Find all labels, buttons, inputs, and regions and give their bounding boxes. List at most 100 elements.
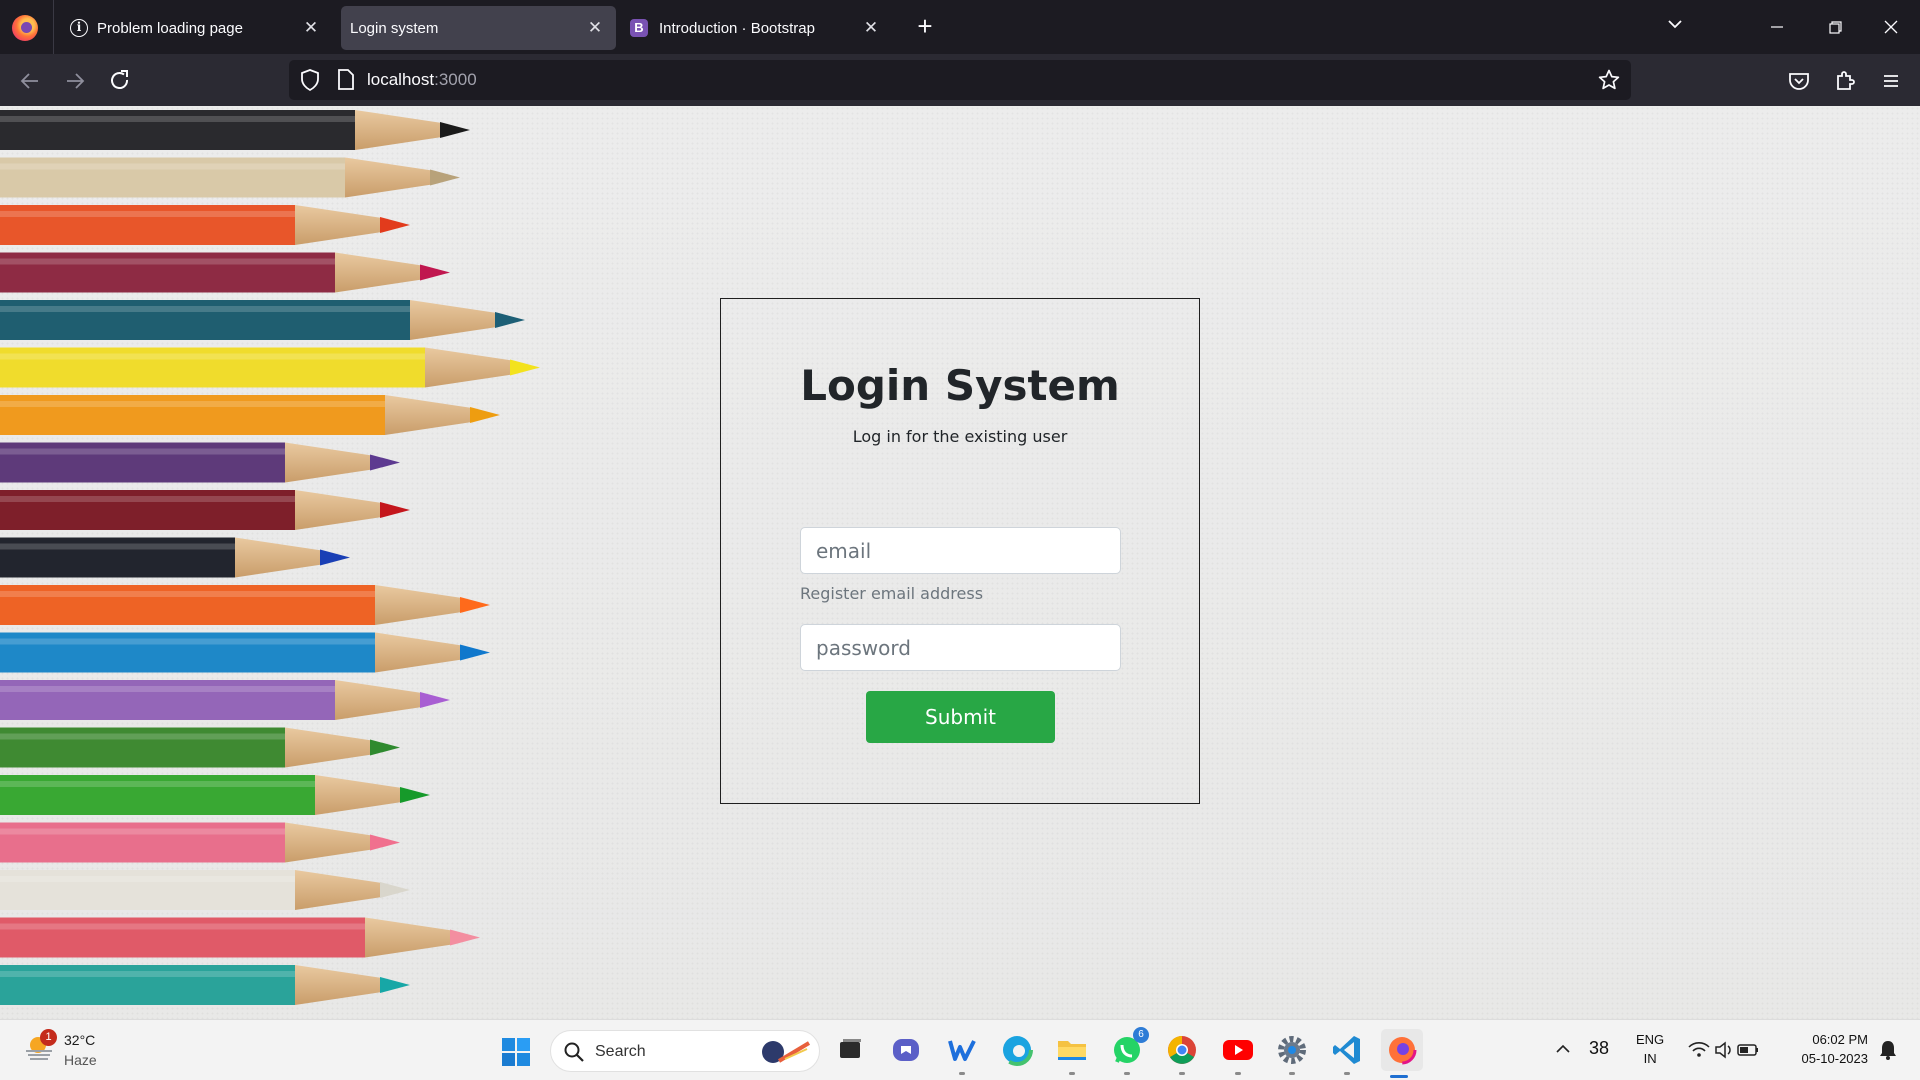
taskbar-app-file-explorer[interactable]	[1054, 1032, 1090, 1075]
running-indicator	[959, 1072, 965, 1075]
chrome-icon	[1168, 1036, 1196, 1064]
pencil-wood	[285, 822, 372, 863]
taskbar-app-chrome[interactable]	[1164, 1032, 1200, 1075]
pencil-wood	[355, 110, 442, 150]
password-input[interactable]	[800, 624, 1121, 671]
minimize-button[interactable]	[1762, 12, 1792, 42]
arrow-left-icon	[20, 73, 38, 89]
tray-status-icons[interactable]	[1686, 1037, 1762, 1063]
weather-temperature[interactable]: 32°C	[64, 1032, 95, 1048]
tab-label: Login system	[350, 19, 439, 37]
show-hidden-icons-button[interactable]	[1553, 1037, 1573, 1061]
pencil-wood	[295, 870, 382, 910]
close-icon[interactable]: ✕	[860, 17, 882, 39]
window-close-button[interactable]	[1876, 12, 1906, 42]
search-icon	[564, 1042, 584, 1062]
pencil-shine	[0, 591, 375, 597]
vscode-icon	[1333, 1036, 1360, 1064]
taskbar-app-firefox[interactable]	[1381, 1029, 1423, 1078]
shield-icon[interactable]	[300, 69, 320, 91]
taskbar: 1 32°C Haze Search 6 38 ENG IN 06:02 PM …	[0, 1019, 1920, 1080]
pencil-tip	[460, 644, 490, 661]
running-indicator	[1390, 1075, 1408, 1078]
taskbar-search[interactable]: Search	[550, 1030, 820, 1072]
pencil-wood	[285, 442, 372, 483]
pencil-wood	[285, 727, 372, 768]
notification-bell-icon[interactable]	[1878, 1039, 1898, 1061]
submit-button[interactable]: Submit	[866, 691, 1055, 743]
edge-icon	[1001, 1034, 1033, 1066]
new-tab-button[interactable]: +	[912, 13, 938, 40]
login-form: Login System Log in for the existing use…	[720, 298, 1200, 804]
system-clock[interactable]: 06:02 PM 05-10-2023	[1784, 1030, 1869, 1068]
pencil-tip	[470, 407, 500, 423]
pencil-shine	[0, 448, 285, 455]
firefox-icon[interactable]	[12, 15, 38, 41]
close-icon	[1884, 20, 1898, 34]
forward-button[interactable]	[59, 65, 91, 97]
pencil-shine	[0, 306, 410, 312]
pencil-wood	[410, 300, 497, 340]
close-icon[interactable]: ✕	[584, 17, 606, 39]
input-language[interactable]: ENG IN	[1636, 1030, 1664, 1068]
close-icon[interactable]: ✕	[300, 17, 322, 39]
taskbar-app-whatsapp[interactable]: 6	[1109, 1027, 1149, 1075]
extensions-icon[interactable]	[1830, 66, 1860, 96]
tab-bootstrap-intro[interactable]: B Introduction · Bootstrap ✕	[624, 6, 892, 50]
taskbar-app-task-view[interactable]	[832, 1032, 868, 1068]
firefox-icon	[1387, 1035, 1417, 1065]
pencil-tip	[400, 787, 430, 803]
page-icon[interactable]	[337, 69, 355, 90]
reload-button[interactable]	[104, 65, 136, 97]
pocket-icon[interactable]	[1784, 66, 1814, 96]
running-indicator	[1235, 1072, 1241, 1075]
pencil-tip	[440, 122, 470, 138]
taskbar-app-teams[interactable]	[888, 1032, 924, 1068]
url-text[interactable]: localhost:3000	[367, 60, 477, 100]
email-input[interactable]	[800, 527, 1121, 574]
restore-button[interactable]	[1820, 12, 1850, 42]
restore-icon	[1829, 21, 1842, 34]
tray-counter[interactable]: 38	[1589, 1038, 1609, 1059]
region-code: IN	[1643, 1051, 1657, 1066]
pencil-tip	[370, 739, 400, 756]
taskbar-app-settings[interactable]	[1274, 1032, 1310, 1075]
bookmark-star-icon[interactable]	[1597, 68, 1621, 92]
pencil-shine	[0, 781, 315, 787]
hamburger-menu-icon[interactable]	[1876, 66, 1906, 96]
pencil-group	[0, 110, 540, 1005]
back-button[interactable]	[14, 65, 46, 97]
list-all-tabs-button[interactable]	[1662, 14, 1688, 40]
navigation-toolbar: localhost:3000	[0, 54, 1920, 106]
folder-icon	[1058, 1041, 1086, 1060]
battery-icon	[1737, 1044, 1758, 1056]
tab-login-system[interactable]: Login system ✕	[341, 6, 616, 50]
tab-problem-loading[interactable]: i Problem loading page ✕	[64, 6, 332, 50]
info-icon: i	[70, 19, 88, 37]
taskbar-app-vscode[interactable]	[1329, 1032, 1365, 1075]
pencil-shine	[0, 353, 425, 360]
taskbar-app-word[interactable]	[944, 1032, 980, 1075]
whatsapp-badge: 6	[1133, 1027, 1149, 1043]
pencil-tip	[380, 882, 410, 898]
taskbar-app-youtube[interactable]	[1220, 1032, 1256, 1075]
taskbar-app-edge[interactable]	[999, 1032, 1035, 1068]
windows-start-icon[interactable]	[501, 1037, 531, 1067]
tab-label: Problem loading page	[97, 19, 243, 37]
address-bar[interactable]: localhost:3000	[289, 60, 1631, 100]
pencil-wood	[295, 205, 382, 245]
running-indicator	[1289, 1072, 1295, 1075]
pencil-shine	[0, 876, 295, 882]
weather-condition[interactable]: Haze	[64, 1052, 97, 1068]
pencil-tip	[370, 834, 400, 851]
pencil-tip	[450, 929, 480, 946]
colored-pencils-image	[0, 110, 540, 1005]
pencil-shine	[0, 828, 285, 835]
pencil-wood	[295, 490, 382, 530]
pencil-wood	[425, 347, 512, 388]
pencil-wood	[335, 680, 422, 720]
search-label: Search	[595, 1043, 646, 1060]
pencil-wood	[375, 585, 462, 625]
settings-gear-icon	[1278, 1036, 1306, 1064]
pencil-wood	[295, 965, 382, 1005]
